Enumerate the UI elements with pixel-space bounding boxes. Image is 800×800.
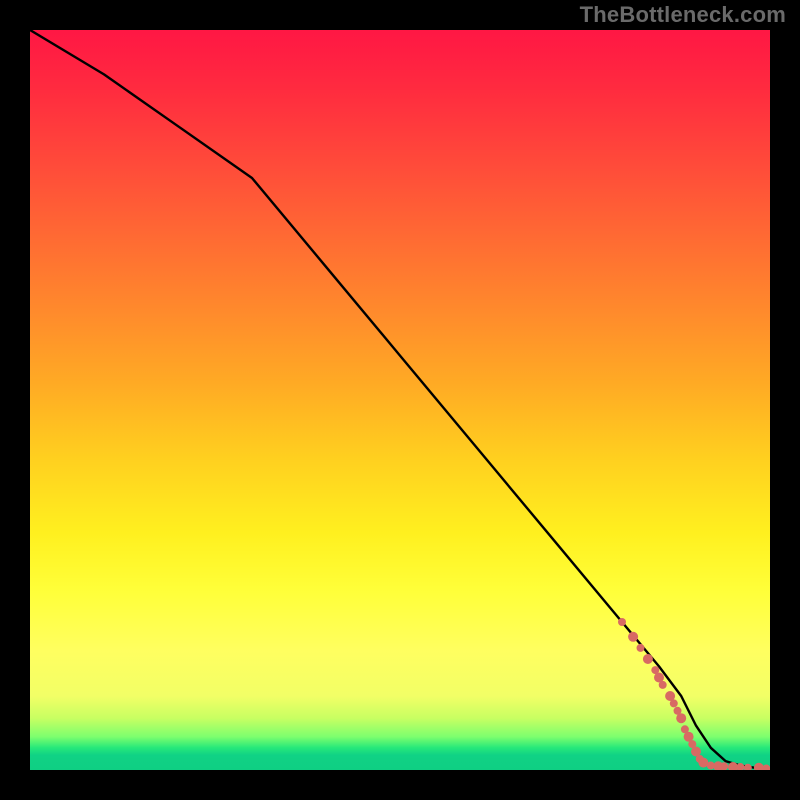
scatter-dot bbox=[744, 764, 752, 770]
scatter-dot bbox=[637, 644, 645, 652]
scatter-dot bbox=[643, 654, 653, 664]
scatter-dot bbox=[618, 618, 626, 626]
scatter-dot bbox=[659, 681, 667, 689]
scatter-dots bbox=[618, 618, 770, 770]
scatter-dot bbox=[720, 762, 728, 770]
scatter-dot bbox=[762, 765, 770, 770]
chart-overlay bbox=[30, 30, 770, 770]
scatter-dot bbox=[676, 713, 686, 723]
scatter-dot bbox=[628, 632, 638, 642]
series-curve bbox=[30, 30, 770, 769]
plot-area bbox=[30, 30, 770, 770]
chart-stage: TheBottleneck.com bbox=[0, 0, 800, 800]
watermark-text: TheBottleneck.com bbox=[580, 2, 786, 28]
scatter-dot bbox=[670, 699, 678, 707]
